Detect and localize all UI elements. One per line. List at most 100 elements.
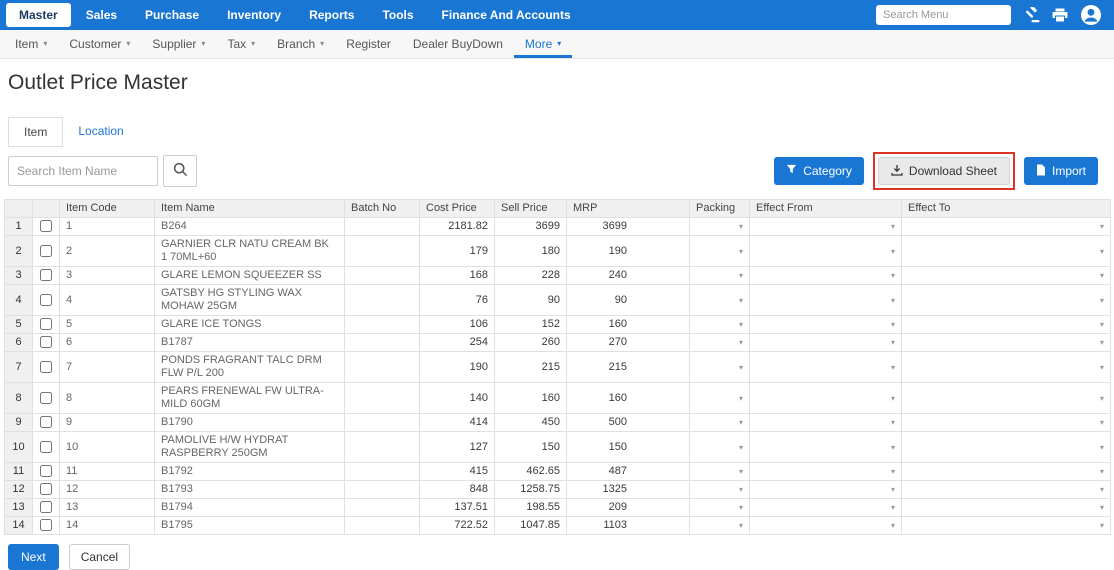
column-header-batch-no: Batch No — [345, 200, 420, 218]
column-header-item-code: Item Code — [60, 200, 155, 218]
user-avatar[interactable] — [1080, 4, 1102, 26]
item-search-input[interactable] — [8, 156, 158, 186]
footer-actions: Next Cancel — [8, 544, 1114, 570]
top-menu-inventory[interactable]: Inventory — [214, 3, 294, 27]
row-checkbox[interactable] — [40, 441, 52, 453]
effect-from-cell[interactable]: ▾ — [750, 383, 902, 414]
packing-cell[interactable]: ▾ — [690, 499, 750, 517]
row-checkbox[interactable] — [40, 220, 52, 232]
table-row: 77PONDS FRAGRANT TALC DRM FLW P/L 200190… — [5, 352, 1111, 383]
packing-cell[interactable]: ▾ — [690, 316, 750, 334]
effect-to-cell[interactable]: ▾ — [902, 463, 1111, 481]
effect-from-cell[interactable]: ▾ — [750, 285, 902, 316]
packing-cell[interactable]: ▾ — [690, 432, 750, 463]
effect-to-cell[interactable]: ▾ — [902, 316, 1111, 334]
effect-from-cell[interactable]: ▾ — [750, 499, 902, 517]
effect-from-cell[interactable]: ▾ — [750, 334, 902, 352]
subnav-item-more[interactable]: More▾ — [514, 30, 572, 58]
chevron-down-icon: ▾ — [1100, 443, 1104, 452]
row-checkbox[interactable] — [40, 416, 52, 428]
effect-from-cell[interactable]: ▾ — [750, 236, 902, 267]
packing-cell[interactable]: ▾ — [690, 414, 750, 432]
effect-from-cell[interactable]: ▾ — [750, 218, 902, 236]
top-menu-reports[interactable]: Reports — [296, 3, 367, 27]
packing-cell[interactable]: ▾ — [690, 236, 750, 267]
table-row: 99B1790414450500▾▾▾ — [5, 414, 1111, 432]
category-button[interactable]: Category — [774, 157, 864, 185]
effect-from-cell[interactable]: ▾ — [750, 463, 902, 481]
sell-price-cell: 228 — [495, 267, 567, 285]
effect-to-cell[interactable]: ▾ — [902, 481, 1111, 499]
search-button[interactable] — [163, 155, 197, 187]
effect-from-cell[interactable]: ▾ — [750, 352, 902, 383]
row-checkbox[interactable] — [40, 336, 52, 348]
packing-cell[interactable]: ▾ — [690, 463, 750, 481]
packing-cell[interactable]: ▾ — [690, 352, 750, 383]
packing-cell[interactable]: ▾ — [690, 334, 750, 352]
packing-cell[interactable]: ▾ — [690, 383, 750, 414]
row-checkbox[interactable] — [40, 294, 52, 306]
gavel-icon[interactable] — [1023, 7, 1040, 23]
page-title: Outlet Price Master — [8, 71, 1114, 95]
effect-to-cell[interactable]: ▾ — [902, 334, 1111, 352]
chevron-down-icon: ▾ — [1100, 521, 1104, 530]
effect-to-cell[interactable]: ▾ — [902, 517, 1111, 535]
subnav-item-register[interactable]: Register — [335, 30, 402, 58]
effect-to-cell[interactable]: ▾ — [902, 285, 1111, 316]
effect-to-cell[interactable]: ▾ — [902, 383, 1111, 414]
next-button[interactable]: Next — [8, 544, 59, 570]
row-checkbox[interactable] — [40, 483, 52, 495]
row-checkbox[interactable] — [40, 519, 52, 531]
subnav-item-supplier[interactable]: Supplier▾ — [141, 30, 216, 58]
subnav-item-tax[interactable]: Tax▾ — [216, 30, 266, 58]
effect-to-cell[interactable]: ▾ — [902, 218, 1111, 236]
row-checkbox[interactable] — [40, 245, 52, 257]
effect-from-cell[interactable]: ▾ — [750, 316, 902, 334]
packing-cell[interactable]: ▾ — [690, 517, 750, 535]
effect-to-cell[interactable]: ▾ — [902, 499, 1111, 517]
effect-to-cell[interactable]: ▾ — [902, 236, 1111, 267]
top-menu-tools[interactable]: Tools — [369, 3, 426, 27]
effect-from-cell[interactable]: ▾ — [750, 517, 902, 535]
row-checkbox-cell — [33, 414, 60, 432]
top-menu-sales[interactable]: Sales — [73, 3, 130, 27]
subnav-item-dealer-buydown[interactable]: Dealer BuyDown — [402, 30, 514, 58]
effect-to-cell[interactable]: ▾ — [902, 414, 1111, 432]
row-checkbox[interactable] — [40, 318, 52, 330]
subnav-item-label: Supplier — [152, 37, 196, 51]
subnav-item-branch[interactable]: Branch▾ — [266, 30, 335, 58]
top-menu-finance-and-accounts[interactable]: Finance And Accounts — [429, 3, 584, 27]
subnav-item-customer[interactable]: Customer▾ — [58, 30, 141, 58]
row-checkbox[interactable] — [40, 465, 52, 477]
chevron-down-icon: ▾ — [891, 247, 895, 256]
effect-to-cell[interactable]: ▾ — [902, 267, 1111, 285]
packing-cell[interactable]: ▾ — [690, 481, 750, 499]
menu-search-input[interactable] — [876, 5, 1011, 25]
top-menu-purchase[interactable]: Purchase — [132, 3, 212, 27]
packing-cell[interactable]: ▾ — [690, 285, 750, 316]
effect-to-cell[interactable]: ▾ — [902, 352, 1111, 383]
cancel-button[interactable]: Cancel — [69, 544, 130, 570]
item-code-cell: 4 — [60, 285, 155, 316]
category-button-label: Category — [803, 164, 852, 178]
download-sheet-button[interactable]: Download Sheet — [878, 157, 1010, 185]
row-checkbox[interactable] — [40, 392, 52, 404]
item-name-cell: PEARS FRENEWAL FW ULTRA-MILD 60GM — [155, 383, 345, 414]
printer-icon[interactable] — [1052, 8, 1068, 23]
subnav-item-item[interactable]: Item▾ — [4, 30, 58, 58]
effect-from-cell[interactable]: ▾ — [750, 432, 902, 463]
tab-item[interactable]: Item — [8, 117, 63, 147]
row-checkbox[interactable] — [40, 501, 52, 513]
packing-cell[interactable]: ▾ — [690, 218, 750, 236]
table-row: 1313B1794137.51198.55209▾▾▾ — [5, 499, 1111, 517]
effect-from-cell[interactable]: ▾ — [750, 481, 902, 499]
import-button[interactable]: Import — [1024, 157, 1098, 185]
effect-from-cell[interactable]: ▾ — [750, 267, 902, 285]
tab-location[interactable]: Location — [63, 117, 138, 147]
row-checkbox[interactable] — [40, 361, 52, 373]
effect-from-cell[interactable]: ▾ — [750, 414, 902, 432]
effect-to-cell[interactable]: ▾ — [902, 432, 1111, 463]
top-menu-master[interactable]: Master — [6, 3, 71, 27]
row-checkbox[interactable] — [40, 269, 52, 281]
packing-cell[interactable]: ▾ — [690, 267, 750, 285]
